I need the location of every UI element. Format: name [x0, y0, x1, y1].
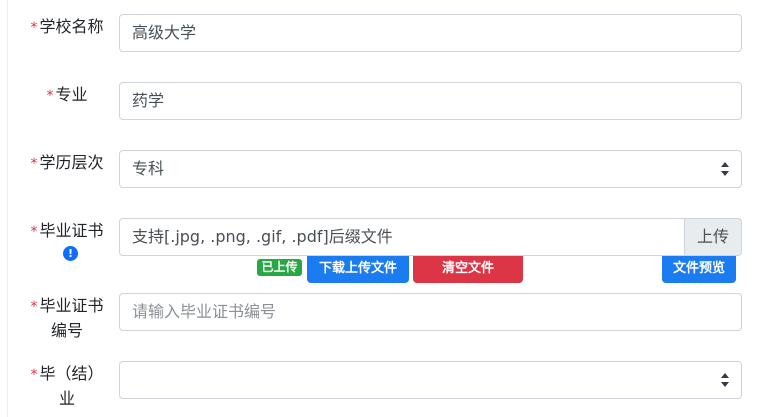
diploma-label: * 毕业证书 — [30, 221, 104, 240]
graduation-select[interactable] — [119, 361, 742, 399]
required-mark: * — [30, 367, 38, 383]
select-arrows-icon — [721, 373, 729, 387]
diploma-file-input-group: 支持[.jpg, .png, .gif, .pdf]后缀文件 上传 — [119, 218, 742, 256]
graduation-label: * 毕（结） 业 — [30, 364, 104, 408]
file-preview-button[interactable]: 文件预览 — [662, 256, 736, 283]
info-icon[interactable]: ! — [63, 246, 78, 261]
school-name-input[interactable]: 高级大学 — [119, 14, 742, 52]
diploma-number-label: * 毕业证书 编号 — [30, 296, 104, 340]
education-level-select[interactable]: 专科 — [119, 150, 742, 188]
required-mark: * — [30, 20, 38, 36]
school-name-label: * 学校名称 — [30, 17, 104, 36]
uploaded-status-badge: 已上传 — [257, 259, 302, 276]
select-arrows-icon — [721, 162, 729, 176]
education-level-label: * 学历层次 — [30, 153, 104, 172]
required-mark: * — [46, 88, 54, 104]
upload-button[interactable]: 上传 — [684, 218, 742, 256]
major-label: * 专业 — [46, 85, 88, 104]
download-uploaded-file-button[interactable]: 下载上传文件 — [307, 256, 409, 283]
diploma-file-input[interactable]: 支持[.jpg, .png, .gif, .pdf]后缀文件 — [119, 218, 685, 256]
major-input[interactable]: 药学 — [119, 82, 742, 120]
panel-left-border — [7, 0, 8, 417]
required-mark: * — [30, 224, 38, 240]
diploma-number-input[interactable]: 请输入毕业证书编号 — [119, 293, 742, 331]
clear-file-button[interactable]: 清空文件 — [413, 256, 523, 283]
required-mark: * — [30, 156, 38, 172]
required-mark: * — [30, 299, 38, 315]
